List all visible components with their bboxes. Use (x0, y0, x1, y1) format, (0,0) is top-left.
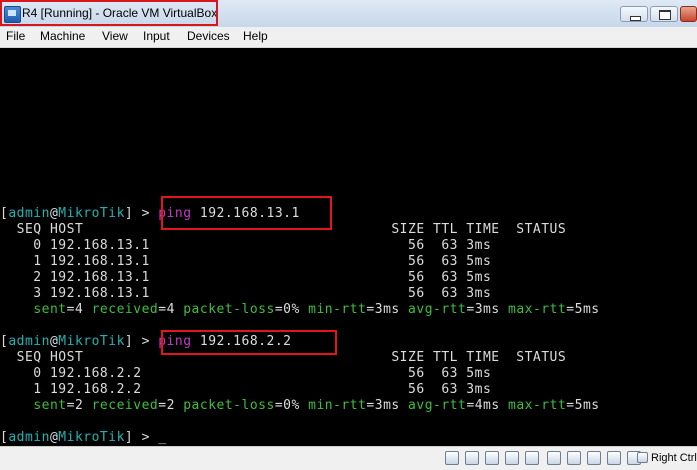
menu-bar: File Machine View Input Devices Help (0, 27, 697, 48)
maximize-button[interactable] (650, 6, 678, 22)
ping-row: 3 192.168.13.1 56 63 3ms (0, 286, 492, 301)
table-header-2: SEQ HOST SIZE TTL TIME STATUS (0, 350, 567, 365)
vm-console[interactable]: [admin@MikroTik] > ping 192.168.13.1 SEQ… (0, 48, 697, 446)
optical-drive-icon[interactable] (465, 451, 479, 465)
ping-row: 1 192.168.13.1 56 63 5ms (0, 254, 492, 269)
usb-icon[interactable] (485, 451, 499, 465)
ping-summary-1: sent=4 received=4 packet-loss=0% min-rtt… (33, 302, 600, 317)
menu-file[interactable]: File (6, 29, 25, 43)
display-icon[interactable] (547, 451, 561, 465)
cpu-icon[interactable] (607, 451, 621, 465)
menu-machine[interactable]: Machine (40, 29, 85, 43)
host-key-label: Right Ctrl (651, 452, 697, 464)
minimize-icon (630, 16, 641, 21)
ping-row: 2 192.168.13.1 56 63 5ms (0, 270, 492, 285)
hard-disk-icon[interactable] (445, 451, 459, 465)
table-header-1: SEQ HOST SIZE TTL TIME STATUS (0, 222, 567, 237)
maximize-icon (659, 10, 671, 20)
text-cursor: _ (158, 430, 167, 445)
capture-icon[interactable] (567, 451, 581, 465)
menu-devices[interactable]: Devices (187, 29, 230, 43)
menu-input[interactable]: Input (143, 29, 170, 43)
status-bar: Right Ctrl (0, 446, 697, 470)
menu-help[interactable]: Help (243, 29, 268, 43)
network-icon[interactable] (505, 451, 519, 465)
ping-summary-2: sent=2 received=2 packet-loss=0% min-rtt… (33, 398, 600, 413)
recording-icon[interactable] (587, 451, 601, 465)
title-highlight-box (0, 0, 218, 26)
close-button[interactable] (680, 6, 697, 22)
title-bar[interactable]: R4 [Running] - Oracle VM VirtualBox (0, 0, 697, 28)
ping-row: 0 192.168.13.1 56 63 3ms (0, 238, 492, 253)
ping-row: 1 192.168.2.2 56 63 3ms (0, 382, 492, 397)
minimize-button[interactable] (620, 6, 648, 22)
keyboard-icon[interactable] (637, 452, 648, 463)
shared-folder-icon[interactable] (525, 451, 539, 465)
menu-view[interactable]: View (102, 29, 128, 43)
ping-row: 0 192.168.2.2 56 63 5ms (0, 366, 492, 381)
prompt-line-3: [admin@MikroTik] > _ (0, 430, 167, 445)
